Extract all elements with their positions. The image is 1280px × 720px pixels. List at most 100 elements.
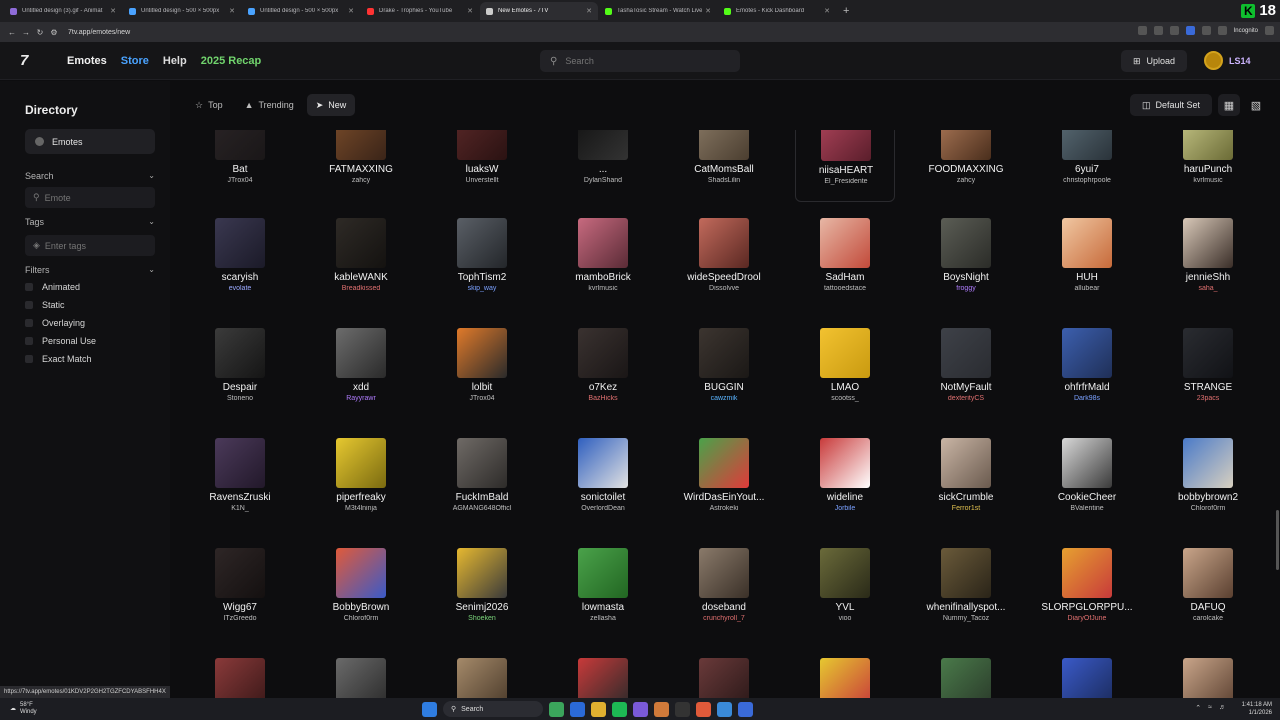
default-set-button[interactable]: ◫ Default Set [1130,94,1212,116]
emote-card[interactable] [190,650,290,698]
incognito-label[interactable]: Incognito [1234,28,1258,34]
tags-input[interactable] [44,240,150,251]
emote-card[interactable]: o7Kez BazHicks [553,320,653,420]
extension-7tv-icon[interactable] [1185,26,1195,35]
emote-owner[interactable]: OverlordDean [553,505,653,512]
emote-owner[interactable]: Rayyrawr [311,395,411,402]
nav-emotes[interactable]: Emotes [67,55,107,67]
emote-owner[interactable]: carolcake [1158,615,1258,622]
emote-owner[interactable]: DiaryOfJune [1037,615,1137,622]
emote-card[interactable]: RavensZruski K1N_ [190,430,290,530]
extensions-puzzle-icon[interactable] [1201,26,1211,35]
emote-owner[interactable]: evolate [190,285,290,292]
emote-card[interactable]: YVL vioo [795,540,895,640]
emote-card[interactable]: niisaHEART El_Fresidente [795,130,895,202]
emote-card[interactable] [432,650,532,698]
nav-2025-recap[interactable]: 2025 Recap [201,55,262,67]
close-icon[interactable]: ✕ [586,7,592,15]
reload-icon[interactable]: ↻ [34,28,46,37]
emote-card[interactable]: bobbybrown2 Chlorof0rm [1158,430,1258,530]
site-info-icon[interactable]: ⚙ [48,28,60,37]
emote-owner[interactable]: zellasha [553,615,653,622]
emote-owner[interactable]: cawzmik [674,395,774,402]
emote-card[interactable]: wideSpeedDrool Dissolvve [674,210,774,310]
emote-owner[interactable]: allubear [1037,285,1137,292]
filter-exact-match[interactable]: Exact Match [25,354,92,364]
spotify-icon[interactable] [612,701,627,717]
emote-card[interactable]: Wigg67 ITzGreedo [190,540,290,640]
start-icon[interactable] [422,701,437,717]
emote-owner[interactable]: Dissolvve [674,285,774,292]
search-input[interactable] [565,56,726,66]
emote-owner[interactable]: Breadkissed [311,285,411,292]
emote-owner[interactable]: El_Fresidente [796,178,896,185]
taskbar-clock[interactable]: 1:41:18 AM 1/1/2026 [1242,701,1272,717]
user-menu[interactable]: LS14 [1204,51,1251,70]
emote-owner[interactable]: Dark98s [1037,395,1137,402]
terminal-icon[interactable] [675,701,690,717]
emote-owner[interactable]: tattooedstace [795,285,895,292]
emote-card[interactable]: SLORPGLORPPU... DiaryOfJune [1037,540,1137,640]
close-icon[interactable]: ✕ [348,7,354,15]
emote-owner[interactable]: dexterityCS [916,395,1016,402]
app-icon[interactable] [654,701,669,717]
download-icon[interactable] [1217,26,1227,35]
checkbox[interactable] [25,337,33,345]
emote-owner[interactable]: saha_ [1158,285,1258,292]
emote-owner[interactable]: BazHicks [553,395,653,402]
emote-card[interactable]: lolbit JTrox04 [432,320,532,420]
checkbox[interactable] [25,301,33,309]
close-icon[interactable]: ✕ [229,7,235,15]
close-icon[interactable]: ✕ [705,7,711,15]
emote-card[interactable]: CatMomsBall ShadsLilin [674,130,774,202]
close-icon[interactable]: ✕ [467,7,473,15]
emote-owner[interactable]: Ferror1st [916,505,1016,512]
browser-tab[interactable]: Untitled design - 500 × 500px ✕ [123,2,241,20]
emote-card[interactable]: sickCrumble Ferror1st [916,430,1016,530]
close-icon[interactable]: ✕ [110,7,116,15]
emote-owner[interactable]: scootss_ [795,395,895,402]
emote-card[interactable]: BoysNight froggy [916,210,1016,310]
emote-card[interactable]: FATMAXXING zahcy [311,130,411,202]
emote-owner[interactable]: Nummy_Tacoz [916,615,1016,622]
emote-card[interactable]: CookieCheer BValentine [1037,430,1137,530]
emote-owner[interactable]: kvrlmusic [1158,177,1258,184]
emote-card[interactable]: FOODMAXXING zahcy [916,130,1016,202]
emote-card[interactable]: Senimj2026 Shoeken [432,540,532,640]
page-scrollbar[interactable] [1276,510,1279,570]
nav-help[interactable]: Help [163,55,187,67]
emote-search-input[interactable] [44,192,150,203]
tags-section-toggle[interactable]: Tags ⌄ [25,217,155,227]
url-field[interactable]: 7tv.app/emotes/new [68,29,130,36]
bookmark-star-icon[interactable] [1169,26,1179,35]
wifi-icon[interactable]: ≈ [1208,704,1212,712]
menu-kebab-icon[interactable] [1265,26,1274,35]
emote-owner[interactable]: K1N_ [190,505,290,512]
large-grid-view-button[interactable]: ▦ [1218,94,1240,116]
weather-widget[interactable]: ☁ 58°F Windy [10,702,37,716]
emote-card[interactable]: ... DylanShand [553,130,653,202]
emote-card[interactable]: BobbyBrown Chlorof0rm [311,540,411,640]
checkbox[interactable] [25,319,33,327]
volume-icon[interactable]: ♬ [1219,704,1226,712]
chrome-icon[interactable] [549,701,564,717]
emote-card[interactable]: Bat JTrox04 [190,130,290,202]
filter-personal-use[interactable]: Personal Use [25,336,96,346]
checkbox[interactable] [25,283,33,291]
emote-owner[interactable]: froggy [916,285,1016,292]
emote-owner[interactable]: Chlorof0rm [1158,505,1258,512]
emote-card[interactable] [916,650,1016,698]
emote-card[interactable]: TophTism2 skip_way [432,210,532,310]
emote-card[interactable]: xdd Rayyrawr [311,320,411,420]
emote-card[interactable]: 6yui7 christophrpoole [1037,130,1137,202]
emote-owner[interactable]: Shoeken [432,615,532,622]
steam-icon[interactable] [717,701,732,717]
edge-icon[interactable] [570,701,585,717]
emote-owner[interactable]: zahcy [311,177,411,184]
nav-store[interactable]: Store [121,55,149,67]
emote-owner[interactable]: AGMANG648Officl [432,505,532,512]
browser-tab[interactable]: Drake - Trophies - YouTube ✕ [361,2,479,20]
emote-card[interactable] [1158,650,1258,698]
new-tab-button[interactable]: + [843,5,849,17]
emote-owner[interactable]: ITzGreedo [190,615,290,622]
